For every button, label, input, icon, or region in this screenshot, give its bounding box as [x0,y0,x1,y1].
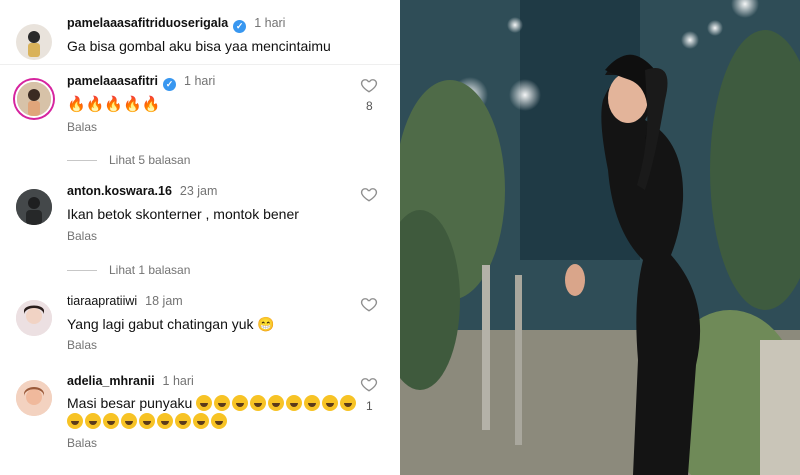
comment-text: Ga bisa gombal aku bisa yaa mencintaimu [67,38,331,54]
comment-username[interactable]: tiaraapratiiwi [67,294,137,308]
comment-time: 1 hari [184,74,216,88]
comment-text: Yang lagi gabut chatingan yuk 😁 [67,316,275,332]
comment-username[interactable]: anton.koswara.16 [67,184,172,198]
heart-outline-icon[interactable] [360,76,378,94]
reply-button[interactable]: Balas [67,229,97,243]
heart-outline-icon[interactable] [360,185,378,203]
laughing-emoji [304,395,321,411]
comment-username[interactable]: pamelaaasafitriduoserigala [67,16,228,30]
photo [400,0,800,475]
laughing-emoji [157,413,173,429]
comment-time: 18 jam [145,294,183,308]
comment-time: 1 hari [254,16,286,30]
view-replies-button[interactable]: Lihat 1 balasan [67,263,190,277]
comment-text-line: Masi besar punyaku [67,395,193,411]
laughing-emoji [103,413,119,429]
comment-text: Ikan betok skonterner , montok bener [67,206,299,222]
comments-panel: pamelaaasafitriduoserigala ✓ 1 hari Ga bis… [0,0,400,475]
laughing-emoji [214,395,231,411]
avatar[interactable] [16,300,52,336]
reply-button[interactable]: Balas [67,120,97,134]
laughing-emoji [196,395,213,411]
divider-line [67,270,97,272]
avatar[interactable] [16,189,52,225]
comment-text: 🔥🔥🔥🔥🔥 [67,96,161,113]
laughing-emoji [85,413,101,429]
laughing-emoji [121,413,137,429]
laughing-emoji [211,413,227,429]
comment-time: 1 hari [162,374,194,388]
view-replies-label: Lihat 5 balasan [109,153,191,167]
divider-line [67,160,97,162]
avatar[interactable] [15,80,53,118]
view-replies-label: Lihat 1 balasan [109,263,191,277]
laughing-emoji [67,413,83,429]
avatar[interactable] [16,24,52,60]
laughing-emoji [322,395,339,411]
laughing-emoji [232,395,249,411]
like-count: 8 [366,99,373,113]
laughing-emoji [340,395,357,411]
laughing-emoji [286,395,303,411]
laughing-emoji [250,395,267,411]
view-replies-button[interactable]: Lihat 5 balasan [67,153,190,167]
comment-text: Masi besar punyaku [67,395,358,411]
like-count: 1 [366,399,373,413]
verified-badge-icon: ✓ [233,20,247,33]
laughing-emoji [175,413,191,429]
heart-outline-icon[interactable] [360,375,378,393]
laughing-emoji [139,413,155,429]
laughing-emoji [268,395,285,411]
photo-scene [400,0,800,475]
comment-time: 23 jam [179,184,218,198]
comment-username[interactable]: pamelaaasafitri [67,74,158,88]
laughing-emoji [193,413,209,429]
reply-button[interactable]: Balas [67,338,97,352]
divider [0,64,400,65]
reply-button[interactable]: Balas [67,436,97,450]
verified-badge-icon: ✓ [163,78,177,91]
comment-username[interactable]: adelia_mhranii [67,374,155,388]
avatar[interactable] [16,380,52,416]
comment-text-line [67,413,229,429]
heart-outline-icon[interactable] [360,295,378,313]
